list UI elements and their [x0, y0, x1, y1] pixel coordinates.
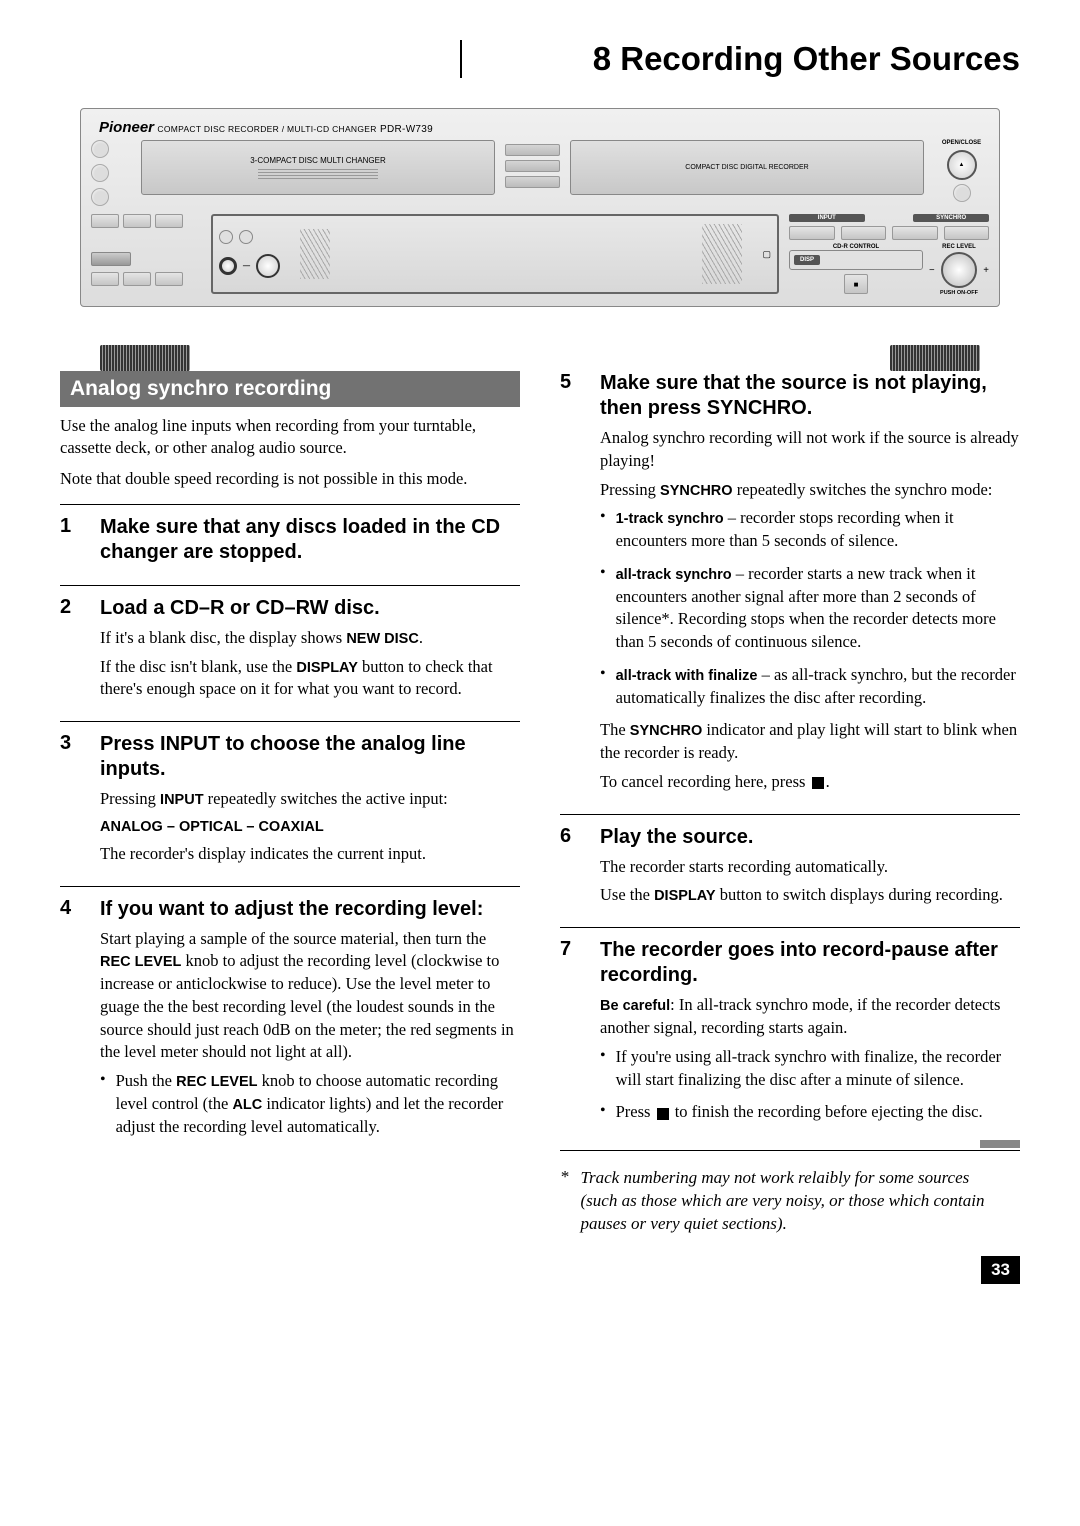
bullet-text: Press to finish the recording before eje… [616, 1101, 983, 1124]
step-number: 3 [60, 732, 82, 872]
bullet-text: If you're using all-track synchro with f… [616, 1046, 1020, 1092]
disc-select-button [91, 140, 109, 158]
step-number: 4 [60, 897, 82, 1149]
step-number: 2 [60, 596, 82, 707]
step-title: Play the source. [600, 825, 1020, 850]
step-text: The recorder's display indicates the cur… [100, 843, 520, 866]
step-number: 6 [560, 825, 582, 914]
step-text: To cancel recording here, press . [600, 771, 1020, 794]
step-2: 2 Load a CD–R or CD–RW disc. If it's a b… [60, 596, 520, 707]
step-4: 4 If you want to adjust the recording le… [60, 897, 520, 1149]
continuation-mark [980, 1140, 1020, 1148]
step-text: Pressing INPUT repeatedly switches the a… [100, 788, 520, 811]
step-text: Be careful: In all-track synchro mode, i… [600, 994, 1020, 1040]
left-column: Analog synchro recording Use the analog … [60, 371, 520, 1236]
chapter-number: 8 [593, 40, 611, 77]
step-title: Load a CD–R or CD–RW disc. [100, 596, 520, 621]
step-number: 7 [560, 938, 582, 1134]
step-number: 1 [60, 515, 82, 571]
step-5: 5 Make sure that the source is not playi… [560, 371, 1020, 800]
chapter-header: 8 Recording Other Sources [460, 40, 1020, 78]
open-close-label: OPEN/CLOSE [942, 140, 981, 146]
bullet-text: Push the REC LEVEL knob to choose automa… [116, 1070, 520, 1138]
device-subtitle: COMPACT DISC RECORDER / MULTI-CD CHANGER [157, 124, 376, 134]
step-title: Make sure that the source is not playing… [600, 371, 1020, 421]
intro-paragraph: Use the analog line inputs when recordin… [60, 415, 520, 460]
bullet-text: all-track synchro – recorder starts a ne… [616, 563, 1020, 654]
step-1: 1 Make sure that any discs loaded in the… [60, 515, 520, 571]
push-on-off-label: PUSH ON-OFF [929, 290, 989, 296]
device-brand-line: Pioneer COMPACT DISC RECORDER / MULTI-CD… [91, 115, 989, 140]
input-button: INPUT [789, 214, 865, 222]
device-foot [100, 345, 190, 371]
disp-button: DISP [794, 255, 820, 265]
display-panel: – ▢ [211, 214, 779, 294]
changer-tray: 3-COMPACT DISC MULTI CHANGER [141, 140, 495, 195]
step-text: If the disc isn't blank, use the DISPLAY… [100, 656, 520, 702]
step-text: The recorder starts recording automatica… [600, 856, 1020, 879]
step-title: If you want to adjust the recording leve… [100, 897, 520, 922]
device-illustration: Pioneer COMPACT DISC RECORDER / MULTI-CD… [60, 108, 1020, 371]
device-model: PDR-W739 [380, 124, 433, 135]
stop-button-icon: ■ [844, 274, 868, 294]
tray-right-label: COMPACT DISC DIGITAL RECORDER [685, 164, 808, 171]
synchro-button: SYNCHRO [913, 214, 989, 222]
eject-button: ▲ [947, 150, 977, 180]
rec-level-knob [941, 252, 977, 288]
step-text: The SYNCHRO indicator and play light wil… [600, 719, 1020, 765]
disc-select-button [91, 164, 109, 182]
tray-left-label: 3-COMPACT DISC MULTI CHANGER [250, 156, 386, 165]
bullet-text: all-track with finalize – as all-track s… [616, 664, 1020, 710]
disc-select-button [91, 188, 109, 206]
step-text: Use the DISPLAY button to switch display… [600, 884, 1020, 907]
step-3: 3 Press INPUT to choose the analog line … [60, 732, 520, 872]
step-text: Analog synchro recording will not work i… [600, 427, 1020, 473]
section-banner: Analog synchro recording [60, 371, 520, 407]
input-options-line: ANALOG – OPTICAL – COAXIAL [100, 819, 520, 835]
power-button [953, 184, 971, 202]
step-title: The recorder goes into record-pause afte… [600, 938, 1020, 988]
footnote-asterisk: * [560, 1167, 569, 1236]
footnote: * Track numbering may not work relaibly … [560, 1167, 1020, 1236]
right-column: 5 Make sure that the source is not playi… [560, 371, 1020, 1236]
bullet-text: 1-track synchro – recorder stops recordi… [616, 507, 1020, 553]
stop-icon [812, 777, 824, 789]
manual-page: 8 Recording Other Sources Pioneer COMPAC… [0, 0, 1080, 1314]
chapter-title: Recording Other Sources [620, 40, 1020, 77]
intro-paragraph: Note that double speed recording is not … [60, 468, 520, 490]
step-7: 7 The recorder goes into record-pause af… [560, 938, 1020, 1134]
stop-icon [657, 1108, 669, 1120]
footnote-text: Track numbering may not work relaibly fo… [581, 1167, 1011, 1236]
page-number: 33 [981, 1256, 1020, 1284]
step-number: 5 [560, 371, 582, 800]
step-text: If it's a blank disc, the display shows … [100, 627, 520, 650]
step-text: Pressing SYNCHRO repeatedly switches the… [600, 479, 1020, 502]
device-foot [890, 345, 980, 371]
step-title: Press INPUT to choose the analog line in… [100, 732, 520, 782]
recorder-tray: COMPACT DISC DIGITAL RECORDER [570, 140, 924, 195]
step-title: Make sure that any discs loaded in the C… [100, 515, 520, 565]
step-6: 6 Play the source. The recorder starts r… [560, 825, 1020, 914]
brand-logo: Pioneer [99, 119, 154, 136]
step-text: Start playing a sample of the source mat… [100, 928, 520, 1065]
